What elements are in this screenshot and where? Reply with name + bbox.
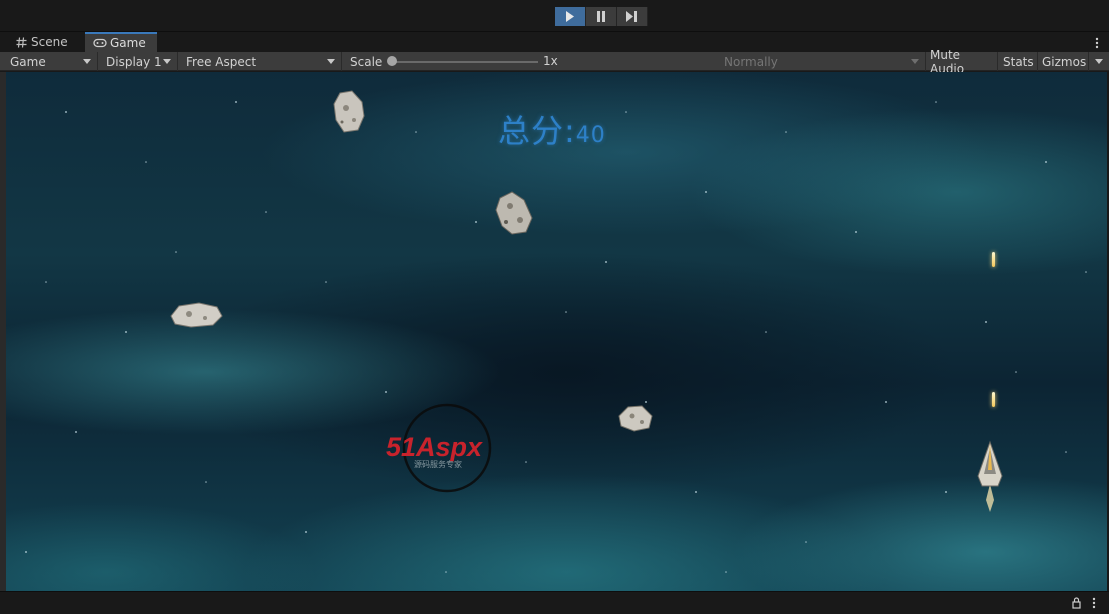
chevron-down-icon <box>911 59 919 64</box>
lock-icon[interactable] <box>1072 597 1081 609</box>
scale-label: Scale <box>350 54 383 69</box>
play-toolbar <box>0 0 1109 32</box>
score-value: 40 <box>575 123 606 148</box>
tab-scene[interactable]: Scene <box>6 32 82 52</box>
game-view-toolbar: Game Display 1 Free Aspect Scale 1x Norm… <box>0 48 1109 76</box>
player-spaceship <box>977 440 1003 512</box>
step-button[interactable] <box>617 7 648 26</box>
status-bar <box>0 591 1109 614</box>
stats-toggle[interactable]: Stats <box>998 52 1038 71</box>
watermark-logo: 51Aspx 源码服务专家 <box>386 403 492 493</box>
asteroid <box>618 405 653 432</box>
gizmos-label: Gizmos <box>1042 54 1087 69</box>
display-label: Display 1 <box>106 54 162 69</box>
play-mode-label: Normally <box>724 54 778 69</box>
chevron-down-icon <box>327 59 335 64</box>
stats-label: Stats <box>1003 54 1034 69</box>
score-display: 总分:40 <box>498 106 606 152</box>
game-viewport[interactable]: 总分:40 51Aspx 源码服务专家 <box>6 72 1107 591</box>
pause-icon <box>597 11 605 22</box>
play-icon <box>566 11 574 22</box>
asteroid <box>170 302 223 328</box>
aspect-dropdown[interactable]: Free Aspect <box>178 52 342 71</box>
mute-audio-toggle[interactable]: Mute Audio <box>926 48 998 76</box>
chevron-down-icon <box>83 59 91 64</box>
view-type-label: Game <box>10 54 46 69</box>
tab-game-label: Game <box>110 36 146 50</box>
gamepad-icon <box>93 37 107 49</box>
bullet <box>992 252 995 267</box>
tab-menu-icon[interactable] <box>1095 35 1099 49</box>
display-dropdown[interactable]: Display 1 <box>98 52 178 71</box>
playback-controls <box>555 7 648 26</box>
bullet <box>992 392 995 407</box>
view-type-dropdown[interactable]: Game <box>2 52 98 71</box>
scale-value: 1x <box>543 54 558 68</box>
watermark-main-text: 51Aspx <box>386 432 483 462</box>
aspect-label: Free Aspect <box>186 54 257 69</box>
more-options-icon[interactable] <box>1092 596 1096 610</box>
tab-game[interactable]: Game <box>85 32 157 52</box>
asteroid <box>333 90 365 133</box>
chevron-down-icon <box>1095 59 1103 64</box>
scale-slider-track[interactable] <box>393 61 538 63</box>
tab-scene-label: Scene <box>31 35 68 49</box>
watermark-sub-text: 源码服务专家 <box>414 459 462 469</box>
asteroid <box>495 191 533 235</box>
play-button[interactable] <box>555 7 586 26</box>
pause-button[interactable] <box>586 7 617 26</box>
play-mode-dropdown[interactable]: Normally <box>716 52 926 71</box>
scale-slider-handle[interactable] <box>387 56 397 66</box>
hash-icon <box>14 36 28 48</box>
step-icon <box>626 11 637 22</box>
chevron-down-icon <box>163 59 171 64</box>
score-label: 总分: <box>498 112 576 150</box>
gizmos-dropdown[interactable] <box>1089 52 1109 71</box>
gizmos-toggle[interactable]: Gizmos <box>1038 52 1089 71</box>
